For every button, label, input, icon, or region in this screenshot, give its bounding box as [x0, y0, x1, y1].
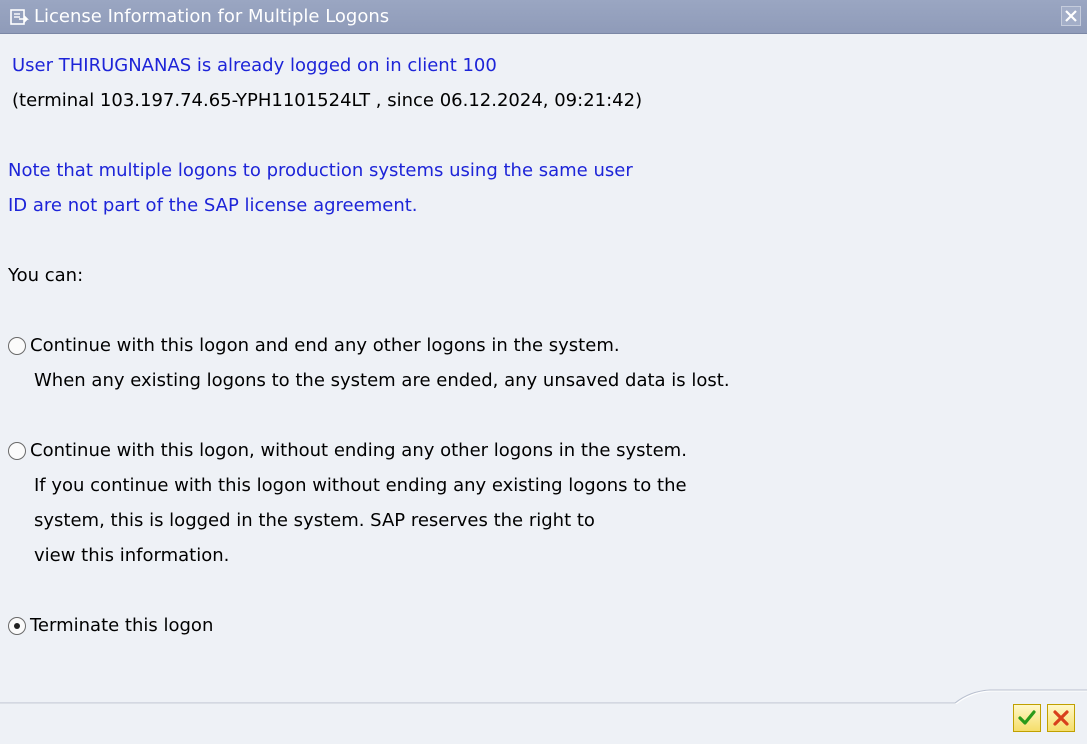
cancel-button[interactable] [1047, 704, 1075, 732]
you-can-label: You can: [8, 265, 84, 286]
checkmark-icon [1018, 710, 1036, 725]
close-icon [1065, 10, 1077, 22]
radio-terminate-logon[interactable] [8, 617, 26, 635]
dialog-footer [0, 704, 1087, 744]
radio-keep-other-logons[interactable] [8, 442, 26, 460]
dialog-title: License Information for Multiple Logons [34, 6, 390, 27]
option-keep-other-logons-label[interactable]: Continue with this logon, without ending… [30, 440, 687, 462]
option-keep-other-logons-detail-1: If you continue with this logon without … [34, 475, 687, 496]
option-keep-other-logons-detail-3: view this information. [34, 545, 230, 566]
dialog-titlebar: License Information for Multiple Logons [0, 0, 1087, 34]
radio-end-other-logons[interactable] [8, 337, 26, 355]
license-note-line-1: Note that multiple logons to production … [8, 160, 633, 181]
terminal-info: (terminal 103.197.74.65-YPH1101524LT , s… [12, 90, 643, 111]
option-keep-other-logons-detail-2: system, this is logged in the system. SA… [34, 510, 595, 531]
cancel-x-icon [1053, 710, 1069, 726]
dialog-content: User THIRUGNANAS is already logged on in… [0, 34, 1087, 690]
footer-separator [0, 689, 1087, 705]
user-logged-on-message: User THIRUGNANAS is already logged on in… [12, 55, 497, 76]
option-terminate-logon-label[interactable]: Terminate this logon [30, 615, 213, 637]
option-end-other-logons-detail: When any existing logons to the system a… [34, 370, 730, 391]
option-end-other-logons-label[interactable]: Continue with this logon and end any oth… [30, 335, 620, 357]
confirm-button[interactable] [1013, 704, 1041, 732]
license-note-line-2: ID are not part of the SAP license agree… [8, 195, 418, 216]
close-button[interactable] [1061, 6, 1081, 26]
dialog-icon [9, 7, 29, 27]
